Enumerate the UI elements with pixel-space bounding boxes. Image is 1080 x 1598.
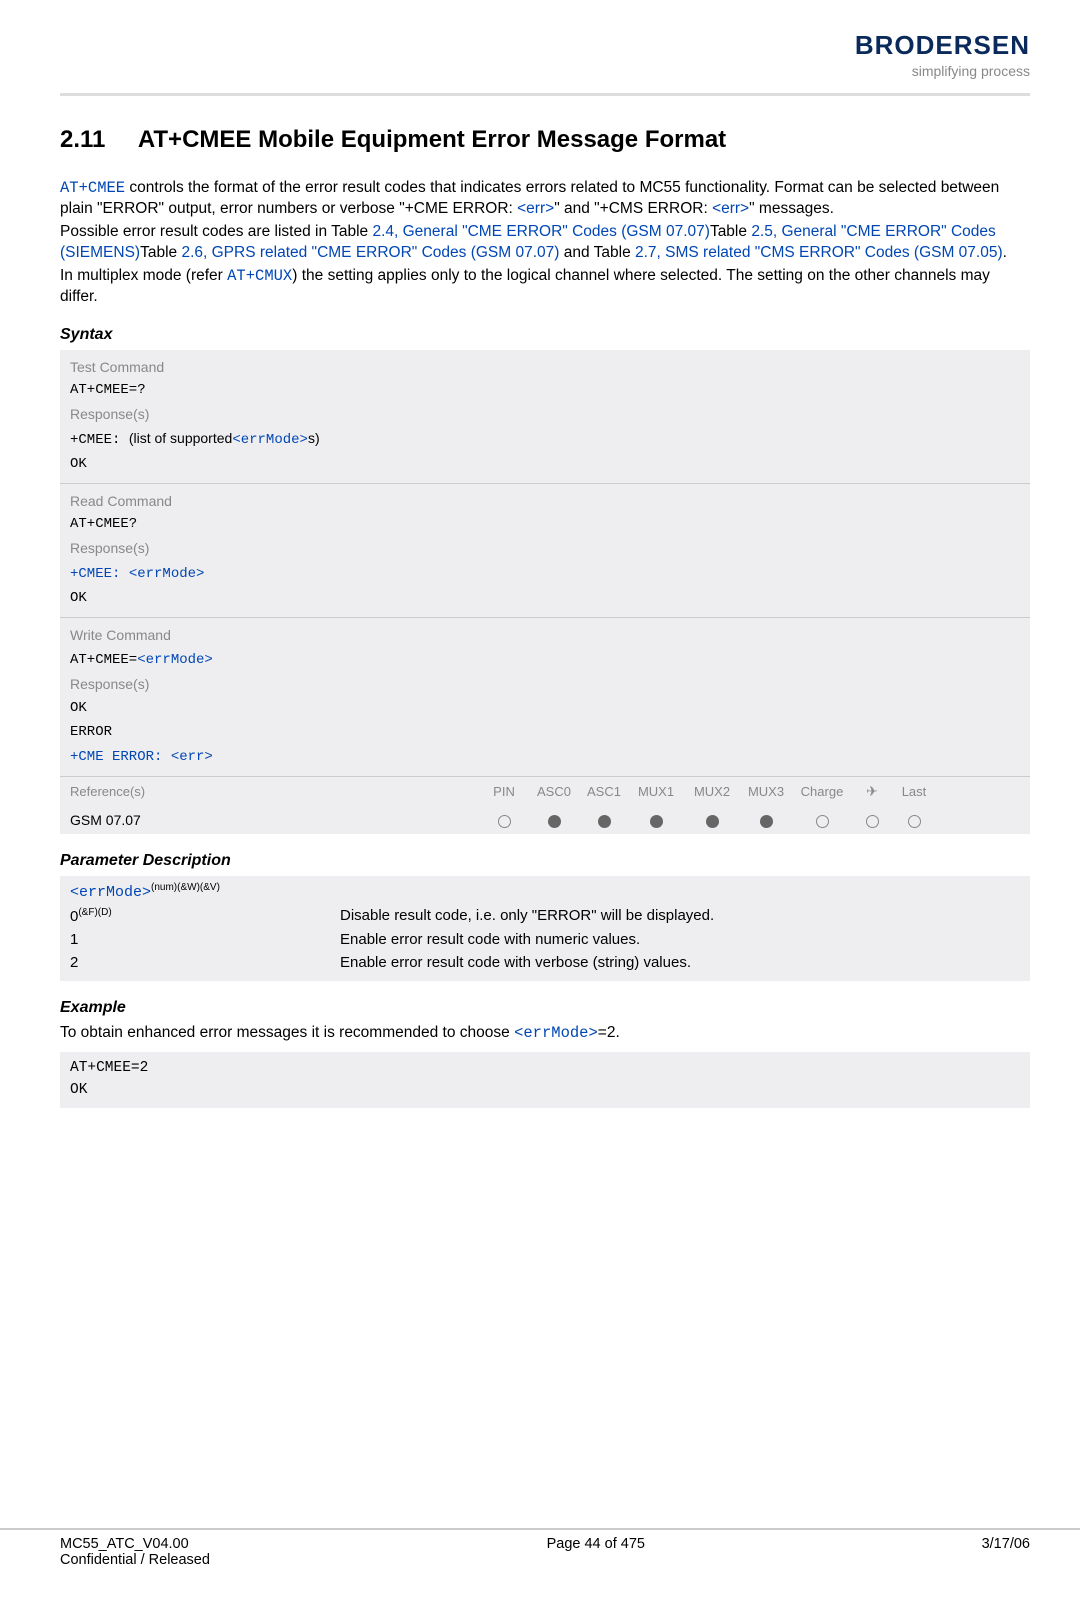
ok-text: OK — [70, 697, 1020, 721]
param-row: 0(&F)(D) Disable result code, i.e. only … — [70, 907, 1020, 925]
param-key: 2 — [70, 954, 78, 971]
example-line: AT+CMEE=2 — [70, 1058, 1020, 1080]
page-header: BRODERSEN simplifying process — [60, 30, 1030, 87]
dot-icon — [866, 815, 879, 828]
section-heading: AT+CMEE Mobile Equipment Error Message F… — [138, 126, 726, 153]
example-heading: Example — [60, 999, 1030, 1017]
errmode-link[interactable]: <errMode> — [232, 432, 308, 448]
dot-icon — [598, 815, 611, 828]
syntax-heading: Syntax — [60, 326, 1030, 344]
read-command: AT+CMEE? — [70, 513, 1020, 537]
reference-data-row: GSM 07.07 — [60, 806, 1030, 834]
cme-prefix: +CME ERROR: — [70, 749, 171, 765]
param-heading: Parameter Description — [60, 852, 1030, 870]
reference-header-row: Reference(s) PIN ASC0 ASC1 MUX1 MUX2 MUX… — [60, 776, 1030, 806]
dot-icon — [498, 815, 511, 828]
footer-conf: Confidential / Released — [60, 1552, 210, 1568]
col-pin: PIN — [480, 784, 528, 799]
dot-icon — [650, 815, 663, 828]
test-resp-suffix: s) — [308, 430, 320, 446]
footer-date: 3/17/06 — [982, 1536, 1030, 1568]
response-label: Response(s) — [70, 403, 1020, 427]
ok-text: OK — [70, 453, 1020, 477]
param-desc: Enable error result code with verbose (s… — [340, 954, 691, 971]
err-link-2[interactable]: <err> — [712, 200, 749, 217]
param-row: 1 Enable error result code with numeric … — [70, 931, 1020, 948]
section-title: 2.11 AT+CMEE Mobile Equipment Error Mess… — [60, 126, 1030, 154]
ok-text: OK — [70, 587, 1020, 611]
cmd-link[interactable]: AT+CMEE — [60, 179, 125, 197]
col-mux2: MUX2 — [684, 784, 740, 799]
col-charge: Charge — [792, 784, 852, 799]
param-sup: (num)(&W)(&V) — [151, 882, 220, 893]
cmux-link[interactable]: AT+CMUX — [227, 267, 292, 285]
write-command-block: Write Command AT+CMEE=<errMode> Response… — [60, 617, 1030, 777]
param-table: <errMode>(num)(&W)(&V) 0(&F)(D) Disable … — [60, 876, 1030, 981]
airplane-icon: ✈ — [866, 783, 878, 800]
param-desc: Disable result code, i.e. only "ERROR" w… — [340, 907, 714, 925]
table-link-27[interactable]: 2.7, SMS related "CMS ERROR" Codes (GSM … — [635, 244, 1003, 261]
read-resp-prefix: +CMEE: — [70, 566, 129, 582]
response-label: Response(s) — [70, 537, 1020, 561]
example-intro: To obtain enhanced error messages it is … — [60, 1023, 1030, 1044]
col-airplane: ✈ — [852, 783, 892, 800]
test-resp-mid: (list of supported — [129, 430, 233, 446]
param-row: 2 Enable error result code with verbose … — [70, 954, 1020, 971]
param-desc: Enable error result code with numeric va… — [340, 931, 640, 948]
page-footer: MC55_ATC_V04.00 Confidential / Released … — [0, 1528, 1080, 1598]
read-command-label: Read Command — [70, 490, 1020, 514]
dot-icon — [706, 815, 719, 828]
col-last: Last — [892, 784, 936, 799]
intro-paragraph-1: AT+CMEE controls the format of the error… — [60, 178, 1030, 220]
write-cmd-prefix: AT+CMEE= — [70, 652, 137, 668]
dot-icon — [908, 815, 921, 828]
dot-icon — [816, 815, 829, 828]
example-line: OK — [70, 1080, 1020, 1102]
param-key: 1 — [70, 931, 78, 948]
col-asc0: ASC0 — [528, 784, 580, 799]
test-resp-prefix: +CMEE: — [70, 432, 129, 448]
read-command-block: Read Command AT+CMEE? Response(s) +CMEE:… — [60, 483, 1030, 617]
errmode-link[interactable]: <errMode> — [129, 566, 205, 582]
errmode-link[interactable]: <errMode> — [137, 652, 213, 668]
param-name[interactable]: <errMode> — [70, 884, 151, 901]
col-asc1: ASC1 — [580, 784, 628, 799]
err-link-1[interactable]: <err> — [517, 200, 554, 217]
errmode-link[interactable]: <errMode> — [514, 1024, 598, 1042]
ref-label: Reference(s) — [70, 784, 480, 799]
col-mux3: MUX3 — [740, 784, 792, 799]
dot-icon — [548, 815, 561, 828]
error-text: ERROR — [70, 721, 1020, 745]
tagline: simplifying process — [855, 63, 1030, 79]
err-link[interactable]: <err> — [171, 749, 213, 765]
param-key-sup: (&F)(D) — [78, 907, 111, 918]
dot-icon — [760, 815, 773, 828]
footer-page: Page 44 of 475 — [547, 1536, 645, 1568]
test-command: AT+CMEE=? — [70, 379, 1020, 403]
footer-doc: MC55_ATC_V04.00 — [60, 1536, 189, 1552]
table-link-26[interactable]: 2.6, GPRS related "CME ERROR" Codes (GSM… — [181, 244, 559, 261]
table-link-24[interactable]: 2.4, General "CME ERROR" Codes (GSM 07.0… — [372, 223, 709, 240]
test-command-block: Test Command AT+CMEE=? Response(s) +CMEE… — [60, 350, 1030, 483]
section-number: 2.11 — [60, 126, 105, 153]
header-rule — [60, 93, 1030, 96]
example-code: AT+CMEE=2 OK — [60, 1052, 1030, 1108]
logo: BRODERSEN — [855, 30, 1030, 61]
test-command-label: Test Command — [70, 356, 1020, 380]
write-command-label: Write Command — [70, 624, 1020, 648]
intro-paragraph-2: Possible error result codes are listed i… — [60, 222, 1030, 264]
ref-value: GSM 07.07 — [70, 812, 480, 828]
col-mux1: MUX1 — [628, 784, 684, 799]
response-label: Response(s) — [70, 673, 1020, 697]
intro-paragraph-3: In multiplex mode (refer AT+CMUX) the se… — [60, 266, 1030, 308]
